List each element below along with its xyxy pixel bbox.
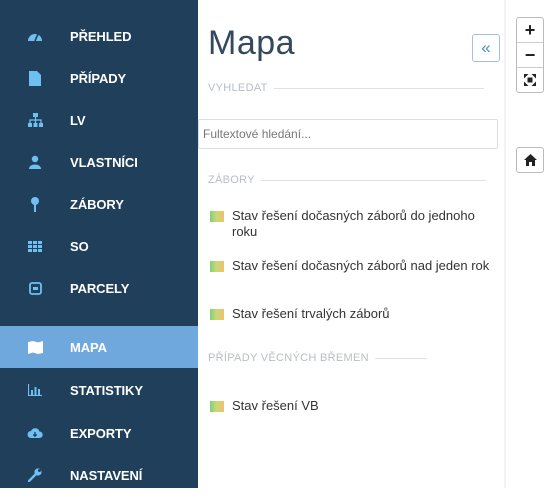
sidebar-item-label: VLASTNÍCI	[70, 154, 138, 170]
sitemap-icon	[26, 111, 44, 129]
sidebar-item-label: EXPORTY	[70, 425, 132, 441]
sidebar-item-label: MAPA	[70, 339, 107, 355]
fullscreen-button[interactable]	[517, 67, 543, 92]
sidebar-item-lv[interactable]: LV	[0, 99, 198, 141]
sidebar-item-so[interactable]: SO	[0, 225, 198, 267]
sidebar-item-label: SO	[70, 238, 89, 254]
layer-label: Stav řešení dočasných záborů nad jeden r…	[232, 258, 490, 273]
sidebar-item-pripady[interactable]: PŘÍPADY	[0, 57, 198, 99]
dashboard-icon	[26, 27, 44, 45]
cloud-download-icon	[26, 424, 44, 442]
sidebar: PŘEHLED PŘÍPADY LV VLASTNÍCI ZÁBORY SO P…	[0, 0, 198, 488]
search-section-header: VYHLEDAT	[208, 82, 484, 94]
legend-swatch	[210, 309, 224, 320]
layer-item[interactable]: Stav řešení VB	[210, 398, 494, 414]
sidebar-item-label: LV	[70, 112, 86, 128]
search-section-label: VYHLEDAT	[208, 82, 268, 94]
square-icon	[26, 279, 44, 297]
sidebar-item-label: NASTAVENÍ	[70, 467, 143, 483]
fulltext-search-input[interactable]	[198, 119, 498, 149]
collapse-panel-button[interactable]: «	[472, 34, 500, 62]
user-icon	[26, 153, 44, 171]
sidebar-item-label: PARCELY	[70, 280, 130, 296]
map-panel: Mapa « VYHLEDAT ZÁBORY Stav řešení dočas…	[198, 0, 504, 488]
zoom-in-button[interactable]: +	[517, 18, 543, 42]
sidebar-item-statistiky[interactable]: STATISTIKY	[0, 369, 198, 411]
legend-swatch	[210, 261, 224, 272]
expand-icon	[524, 74, 536, 86]
vb-section-header: PŘÍPADY VĚCNÝCH BŘEMEN	[208, 352, 427, 364]
sidebar-item-label: PŘÍPADY	[70, 70, 127, 86]
sidebar-item-prehled[interactable]: PŘEHLED	[0, 15, 198, 57]
grid-icon	[26, 237, 44, 255]
layer-item[interactable]: Stav řešení dočasných záborů do jednoho …	[210, 208, 494, 240]
sidebar-item-nastaveni[interactable]: NASTAVENÍ	[0, 454, 198, 496]
section-divider	[273, 87, 484, 89]
sidebar-item-mapa[interactable]: MAPA	[0, 326, 198, 368]
sidebar-item-exporty[interactable]: EXPORTY	[0, 412, 198, 454]
layer-label: Stav řešení VB	[232, 398, 319, 413]
sidebar-item-zabory[interactable]: ZÁBORY	[0, 183, 198, 225]
zoom-controls: + −	[516, 17, 544, 93]
home-icon	[523, 154, 537, 166]
sidebar-item-parcely[interactable]: PARCELY	[0, 267, 198, 309]
layer-label: Stav řešení trvalých záborů	[232, 306, 390, 321]
section-divider	[374, 357, 427, 359]
map-icon	[26, 338, 44, 356]
layer-item[interactable]: Stav řešení trvalých záborů	[210, 306, 494, 322]
vb-section-label: PŘÍPADY VĚCNÝCH BŘEMEN	[208, 352, 369, 364]
wrench-icon	[26, 466, 44, 484]
page-title: Mapa	[208, 24, 296, 62]
section-divider	[260, 179, 486, 181]
sidebar-item-label: PŘEHLED	[70, 28, 132, 44]
legend-swatch	[210, 211, 224, 222]
sidebar-item-label: ZÁBORY	[70, 196, 124, 212]
pin-icon	[26, 195, 44, 213]
zoom-out-button[interactable]: −	[517, 42, 543, 67]
document-icon	[26, 69, 44, 87]
home-button[interactable]	[516, 147, 544, 173]
layer-label: Stav řešení dočasných záborů do jednoho …	[232, 208, 475, 239]
legend-swatch	[210, 401, 224, 412]
sidebar-item-label: STATISTIKY	[70, 382, 143, 398]
bar-chart-icon	[26, 381, 44, 399]
zabory-section-header: ZÁBORY	[208, 174, 486, 186]
zabory-section-label: ZÁBORY	[208, 174, 255, 186]
layer-item[interactable]: Stav řešení dočasných záborů nad jeden r…	[210, 258, 494, 274]
sidebar-item-vlastnici[interactable]: VLASTNÍCI	[0, 141, 198, 183]
map-canvas[interactable]: + −	[506, 0, 552, 488]
